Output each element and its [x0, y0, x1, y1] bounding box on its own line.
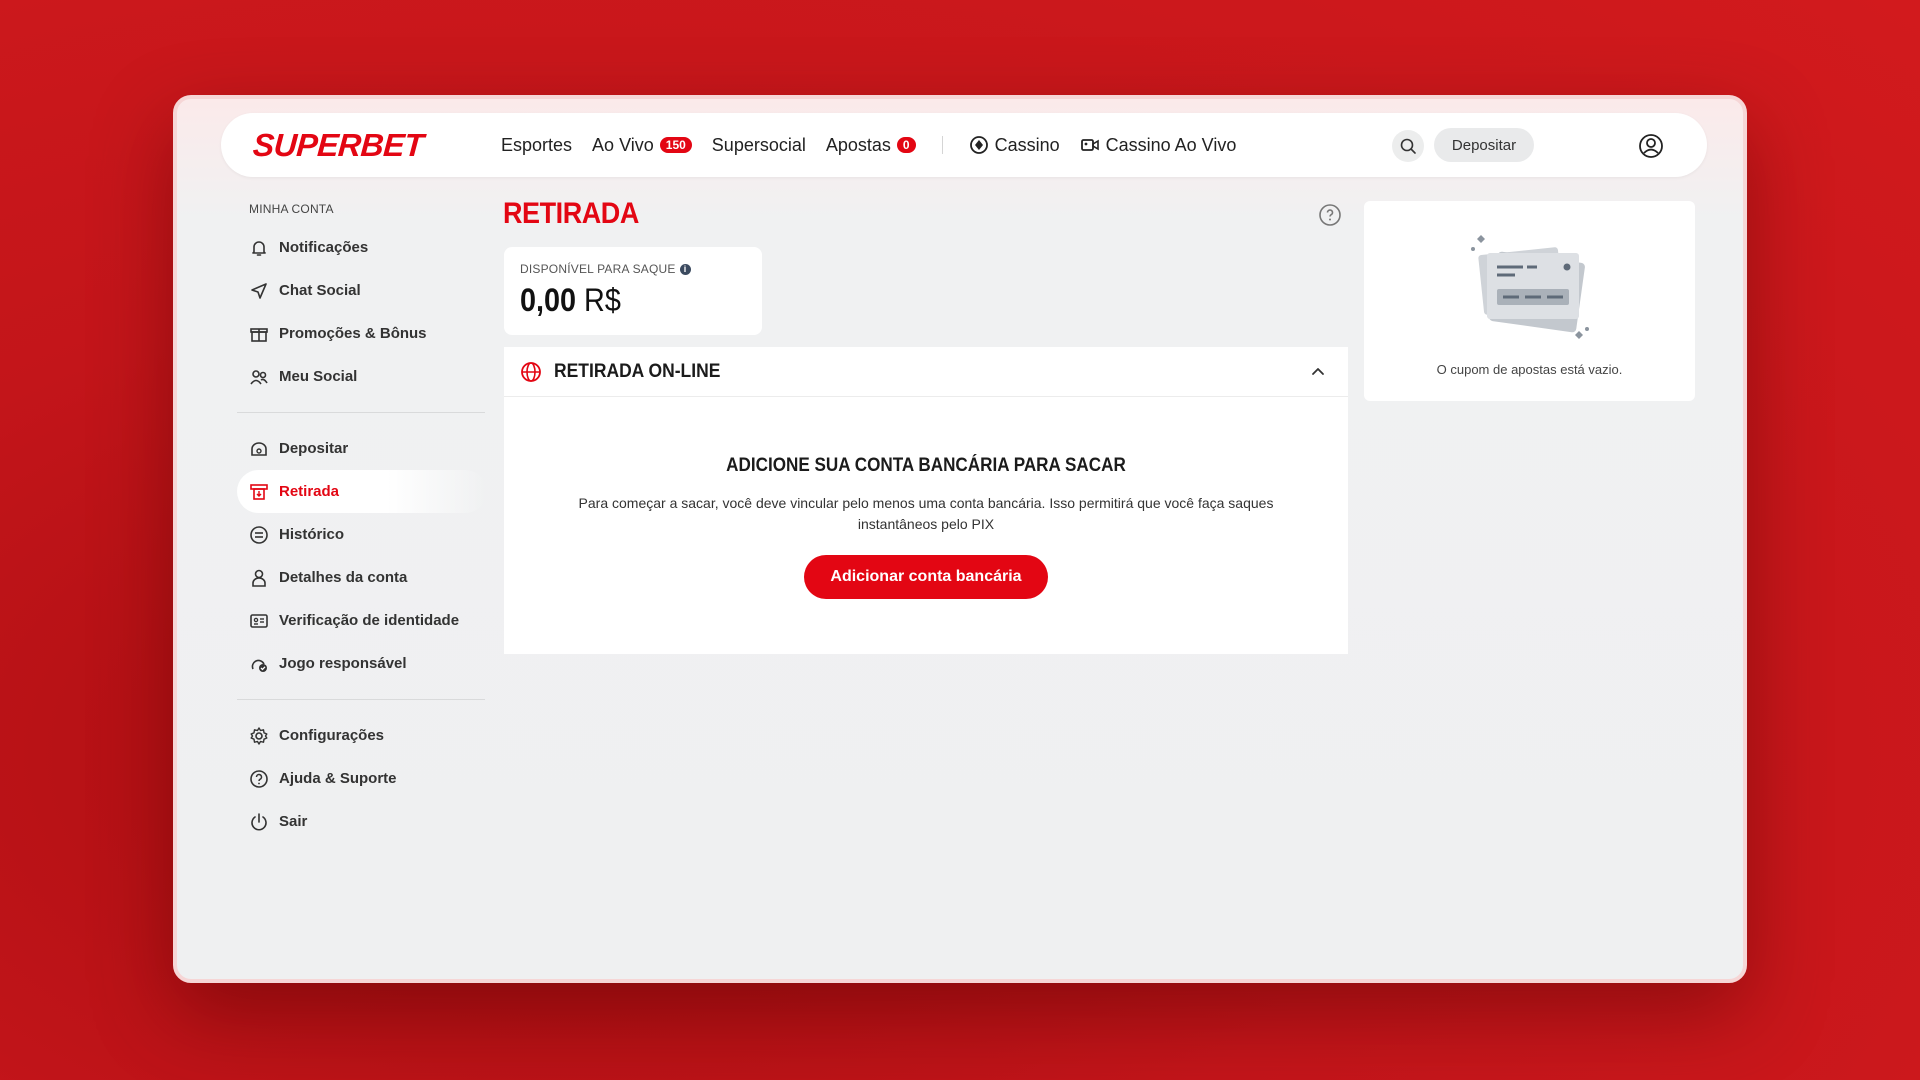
sidebar-item-label: Promoções & Bônus	[279, 325, 427, 342]
sidebar-item-retirada[interactable]: Retirada	[237, 470, 487, 513]
sidebar-item-label: Configurações	[279, 727, 385, 744]
sidebar-item-depositar[interactable]: Depositar	[237, 427, 487, 470]
help-button[interactable]	[1318, 203, 1342, 232]
search-icon	[1400, 138, 1416, 154]
nav-label: Supersocial	[711, 134, 806, 155]
nav-label: Esportes	[501, 134, 573, 155]
app-window: SUPERBET Esportes Ao Vivo 150 Supersocial…	[173, 95, 1747, 983]
sidebar-item-label: Retirada	[279, 483, 340, 500]
nav-label: Cassino	[994, 134, 1060, 155]
add-bank-account-button[interactable]: Adicionar conta bancária	[804, 555, 1048, 599]
top-nav-bar: SUPERBET Esportes Ao Vivo 150 Supersocial…	[221, 113, 1707, 177]
withdraw-icon	[250, 483, 268, 500]
casino-chip-icon	[969, 135, 989, 155]
power-icon	[251, 812, 267, 830]
sidebar-item-label: Meu Social	[279, 368, 358, 385]
sidebar-item-configuracoes[interactable]: Configurações	[237, 714, 487, 757]
nav-cassino[interactable]: Cassino	[969, 135, 1060, 156]
sidebar-item-label: Histórico	[279, 526, 345, 543]
cash-icon	[251, 441, 267, 456]
send-icon	[251, 282, 267, 299]
user-circle-icon	[1639, 134, 1663, 158]
nav-apostas[interactable]: Apostas 0	[826, 135, 916, 156]
users-icon	[250, 369, 268, 384]
sidebar-item-label: Notificações	[279, 239, 369, 256]
empty-coupon-illustration	[1364, 231, 1695, 356]
nav-label: Apostas	[825, 134, 891, 155]
online-withdrawal-title: RETIRADA ON-LINE	[554, 360, 721, 382]
sidebar-item-chat-social[interactable]: Chat Social	[237, 269, 487, 312]
sidebar-divider	[237, 699, 485, 700]
available-balance-card: DISPONÍVEL PARA SAQUE i 0,00 R$	[504, 247, 762, 335]
nav-supersocial[interactable]: Supersocial	[712, 135, 806, 156]
sidebar-item-verificacao[interactable]: Verificação de identidade	[237, 599, 487, 642]
bell-icon	[252, 240, 266, 256]
live-video-icon	[1080, 135, 1100, 155]
sidebar-item-label: Detalhes da conta	[279, 569, 408, 586]
add-bank-description: Para começar a sacar, você deve vincular…	[578, 495, 1274, 532]
sidebar-item-label: Sair	[279, 813, 308, 830]
sidebar-item-label: Ajuda & Suporte	[279, 770, 397, 787]
balance-amount: 0,00	[520, 282, 577, 318]
live-count-badge: 150	[659, 137, 692, 153]
gift-icon	[250, 327, 268, 342]
account-sidebar: MINHA CONTA Notificações Chat Social Pro…	[237, 199, 487, 843]
balance-label-row: DISPONÍVEL PARA SAQUE i	[520, 262, 746, 276]
online-withdrawal-body: ADICIONE SUA CONTA BANCÁRIA PARA SACAR P…	[504, 397, 1348, 599]
online-withdrawal-header[interactable]: RETIRADA ON-LINE	[504, 347, 1348, 397]
nav-label: Cassino Ao Vivo	[1105, 134, 1237, 155]
online-withdrawal-panel: RETIRADA ON-LINE ADICIONE SUA CONTA BANC…	[504, 347, 1348, 654]
sidebar-item-detalhes-da-conta[interactable]: Detalhes da conta	[237, 556, 487, 599]
nav-cassino-ao-vivo[interactable]: Cassino Ao Vivo	[1080, 134, 1237, 156]
nav-esportes[interactable]: Esportes	[501, 135, 572, 156]
main-nav: Esportes Ao Vivo 150 Supersocial Apostas 0…	[501, 113, 1236, 177]
nav-divider	[941, 136, 943, 154]
id-card-icon	[250, 613, 268, 628]
question-icon	[1319, 204, 1341, 226]
sidebar-item-notificacoes[interactable]: Notificações	[237, 226, 487, 269]
sidebar-item-jogo-responsavel[interactable]: Jogo responsável	[237, 642, 487, 685]
balance-value: 0,00 R$	[520, 282, 723, 319]
chevron-up-icon[interactable]	[1310, 364, 1326, 380]
account-button[interactable]	[1637, 132, 1665, 160]
sidebar-section-title: MINHA CONTA	[249, 202, 334, 216]
superbet-logo[interactable]: SUPERBET	[252, 127, 425, 164]
sidebar-item-promocoes[interactable]: Promoções & Bônus	[237, 312, 487, 355]
sidebar-item-sair[interactable]: Sair	[237, 800, 487, 843]
nav-ao-vivo[interactable]: Ao Vivo 150	[592, 135, 692, 156]
sidebar-item-ajuda-suporte[interactable]: Ajuda & Suporte	[237, 757, 487, 800]
bet-slip-panel: O cupom de apostas está vazio.	[1364, 201, 1695, 401]
responsible-game-icon	[251, 659, 267, 672]
help-circle-icon	[250, 769, 268, 788]
sidebar-item-label: Verificação de identidade	[279, 612, 460, 629]
balance-label: DISPONÍVEL PARA SAQUE	[520, 262, 676, 276]
sidebar-item-label: Jogo responsável	[279, 655, 407, 672]
balance-currency: R$	[584, 282, 621, 318]
empty-coupon-text: O cupom de apostas está vazio.	[1436, 362, 1623, 377]
bets-count-badge: 0	[896, 137, 916, 153]
history-icon	[250, 525, 268, 544]
sidebar-divider	[237, 412, 485, 413]
gear-icon	[250, 726, 268, 745]
add-bank-heading: ADICIONE SUA CONTA BANCÁRIA PARA SACAR	[726, 455, 1126, 476]
sidebar-item-label: Chat Social	[279, 282, 361, 299]
globe-icon	[521, 361, 541, 382]
nav-label: Ao Vivo	[592, 134, 654, 155]
sidebar-item-meu-social[interactable]: Meu Social	[237, 355, 487, 398]
sidebar-item-historico[interactable]: Histórico	[237, 513, 487, 556]
search-button[interactable]	[1392, 130, 1424, 162]
user-icon	[252, 569, 266, 587]
page-title: RETIRADA	[503, 197, 639, 230]
info-icon[interactable]: i	[679, 263, 691, 275]
deposit-button[interactable]: Depositar	[1434, 128, 1534, 162]
sidebar-item-label: Depositar	[279, 440, 349, 457]
